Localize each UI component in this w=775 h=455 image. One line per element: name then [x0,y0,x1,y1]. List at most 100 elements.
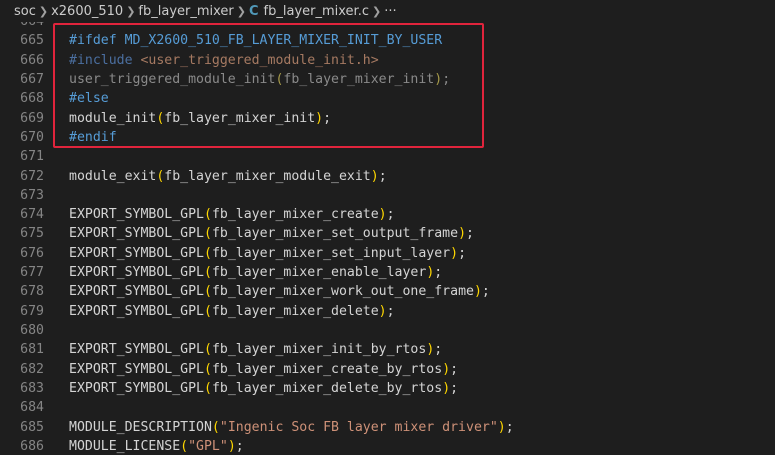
code-line[interactable]: 665 #ifdef MD_X2600_510_FB_LAYER_MIXER_IN… [0,31,775,50]
code-token: ; [434,342,443,358]
code-line[interactable]: 680 [0,321,775,340]
code-token: <user_triggered_module_init.h> [140,52,379,68]
line-code: EXPORT_SYMBOL_GPL(fb_layer_mixer_set_inp… [69,244,466,263]
line-number: 670 [20,129,44,145]
code-line[interactable]: 683 EXPORT_SYMBOL_GPL(fb_layer_mixer_dele… [0,379,775,398]
breadcrumb-item-file[interactable]: fb_layer_mixer.c [264,4,369,19]
line-number: 683 [20,380,44,396]
code-token: fb_layer_mixer_enable_layer [211,265,427,281]
code-line[interactable]: 674 EXPORT_SYMBOL_GPL(fb_layer_mixer_crea… [0,205,775,224]
line-number: 674 [20,207,44,223]
code-token: ; [235,438,244,454]
code-line[interactable]: 666 #include <user_triggered_module_init.… [0,51,775,70]
code-line[interactable]: 684 [0,398,775,417]
code-line[interactable]: 681 EXPORT_SYMBOL_GPL(fb_layer_mixer_init… [0,340,775,359]
code-token: fb_layer_mixer_init [283,71,435,87]
code-line[interactable]: 677 EXPORT_SYMBOL_GPL(fb_layer_mixer_enab… [0,263,775,282]
line-code: EXPORT_SYMBOL_GPL(fb_layer_mixer_delete_… [69,379,458,398]
code-token: EXPORT_SYMBOL_GPL [69,284,204,300]
code-token: ) [442,361,451,377]
code-token: fb_layer_mixer_init [164,110,316,126]
code-token: EXPORT_SYMBOL_GPL [69,342,204,358]
line-number: 665 [20,33,44,49]
line-code: EXPORT_SYMBOL_GPL(fb_layer_mixer_init_by… [69,340,442,359]
code-token: ( [203,245,212,261]
breadcrumb-item-x2600[interactable]: x2600_510 [51,4,123,19]
line-code: EXPORT_SYMBOL_GPL(fb_layer_mixer_delete)… [69,302,395,321]
code-line[interactable]: 670 #endif [0,128,775,147]
line-code: module_exit(fb_layer_mixer_module_exit); [69,167,387,186]
code-token: ; [450,361,459,377]
code-token: ; [386,303,395,319]
code-line[interactable]: 678 EXPORT_SYMBOL_GPL(fb_layer_mixer_work… [0,282,775,301]
code-token: module_init [69,110,157,126]
code-token: EXPORT_SYMBOL_GPL [69,303,204,319]
code-token: ( [203,226,212,242]
line-number: 676 [20,245,44,261]
code-token: ( [203,303,212,319]
code-token: EXPORT_SYMBOL_GPL [69,265,204,281]
code-line[interactable]: 673 [0,186,775,205]
line-code: #endif [69,128,117,147]
code-line[interactable]: 682 EXPORT_SYMBOL_GPL(fb_layer_mixer_crea… [0,360,775,379]
code-line[interactable]: 679 EXPORT_SYMBOL_GPL(fb_layer_mixer_dele… [0,302,775,321]
chevron-right-icon: ❯ [38,4,49,18]
code-token: ; [378,168,387,184]
code-token: ; [434,265,443,281]
code-lines[interactable]: 664665#ifdef MD_X2600_510_FB_LAYER_MIXER… [0,12,775,455]
code-token: ) [473,284,482,300]
code-token: ; [450,380,459,396]
code-token: #ifdef MD_X2600_510_FB_LAYER_MIXER_INIT_… [69,33,443,49]
line-number: 675 [20,226,44,242]
code-line[interactable]: 685 MODULE_DESCRIPTION("Ingenic Soc FB la… [0,418,775,437]
code-line[interactable]: 672 module_exit(fb_layer_mixer_module_exi… [0,167,775,186]
line-number: 680 [20,323,44,338]
line-code: #include <user_triggered_module_init.h> [69,51,379,70]
code-token: ) [458,226,467,242]
code-token: ) [497,419,506,435]
breadcrumb-item-soc[interactable]: soc [14,4,36,19]
code-token: "GPL" [188,438,228,454]
code-token: #endif [69,129,117,145]
line-number: 677 [20,265,44,281]
breadcrumb: soc ❯ x2600_510 ❯ fb_layer_mixer ❯ C fb_… [0,0,775,22]
code-line[interactable]: 686 MODULE_LICENSE("GPL"); [0,437,775,455]
code-token: ) [378,303,387,319]
code-token: ; [481,284,490,300]
line-number: 673 [20,187,44,203]
code-token: ) [378,207,387,223]
code-line[interactable]: 671 [0,147,775,166]
code-token: ) [227,438,236,454]
code-token: ; [323,110,332,126]
code-token: ( [203,380,212,396]
code-token: fb_layer_mixer_set_output_frame [211,226,459,242]
code-token: #include [69,52,141,68]
code-editor[interactable]: 664665#ifdef MD_X2600_510_FB_LAYER_MIXER… [0,0,775,455]
line-number: 666 [20,52,44,68]
code-line[interactable]: 668 #else [0,89,775,108]
line-code: #ifdef MD_X2600_510_FB_LAYER_MIXER_INIT_… [69,31,442,50]
line-code: MODULE_LICENSE("GPL"); [69,437,244,455]
line-code: user_triggered_module_init(fb_layer_mixe… [69,70,450,89]
code-token: ; [466,226,474,242]
code-token: ) [442,380,451,396]
line-number: 684 [20,400,44,416]
code-token: "Ingenic Soc FB layer mixer driver" [219,419,498,435]
line-number: 678 [20,284,44,300]
line-code: EXPORT_SYMBOL_GPL(fb_layer_mixer_set_out… [69,224,474,243]
code-line[interactable]: 667 user_triggered_module_init(fb_layer_m… [0,70,775,89]
code-token: fb_layer_mixer_create_by_rtos [211,361,443,377]
code-token: #else [69,91,109,107]
code-line[interactable]: 669 module_init(fb_layer_mixer_init); [0,109,775,128]
line-number: 681 [20,342,44,358]
breadcrumb-item-fb-layer-mixer[interactable]: fb_layer_mixer [138,4,233,19]
code-token: ) [370,168,379,184]
line-code: #else [69,89,109,108]
code-token: ( [203,284,212,300]
code-line[interactable]: 676 EXPORT_SYMBOL_GPL(fb_layer_mixer_set_… [0,244,775,263]
breadcrumb-item-more[interactable]: ··· [384,4,396,19]
code-line[interactable]: 675 EXPORT_SYMBOL_GPL(fb_layer_mixer_set_… [0,224,775,243]
code-token: EXPORT_SYMBOL_GPL [69,226,204,242]
code-token: ( [203,207,212,223]
chevron-right-icon: ❯ [371,4,382,18]
